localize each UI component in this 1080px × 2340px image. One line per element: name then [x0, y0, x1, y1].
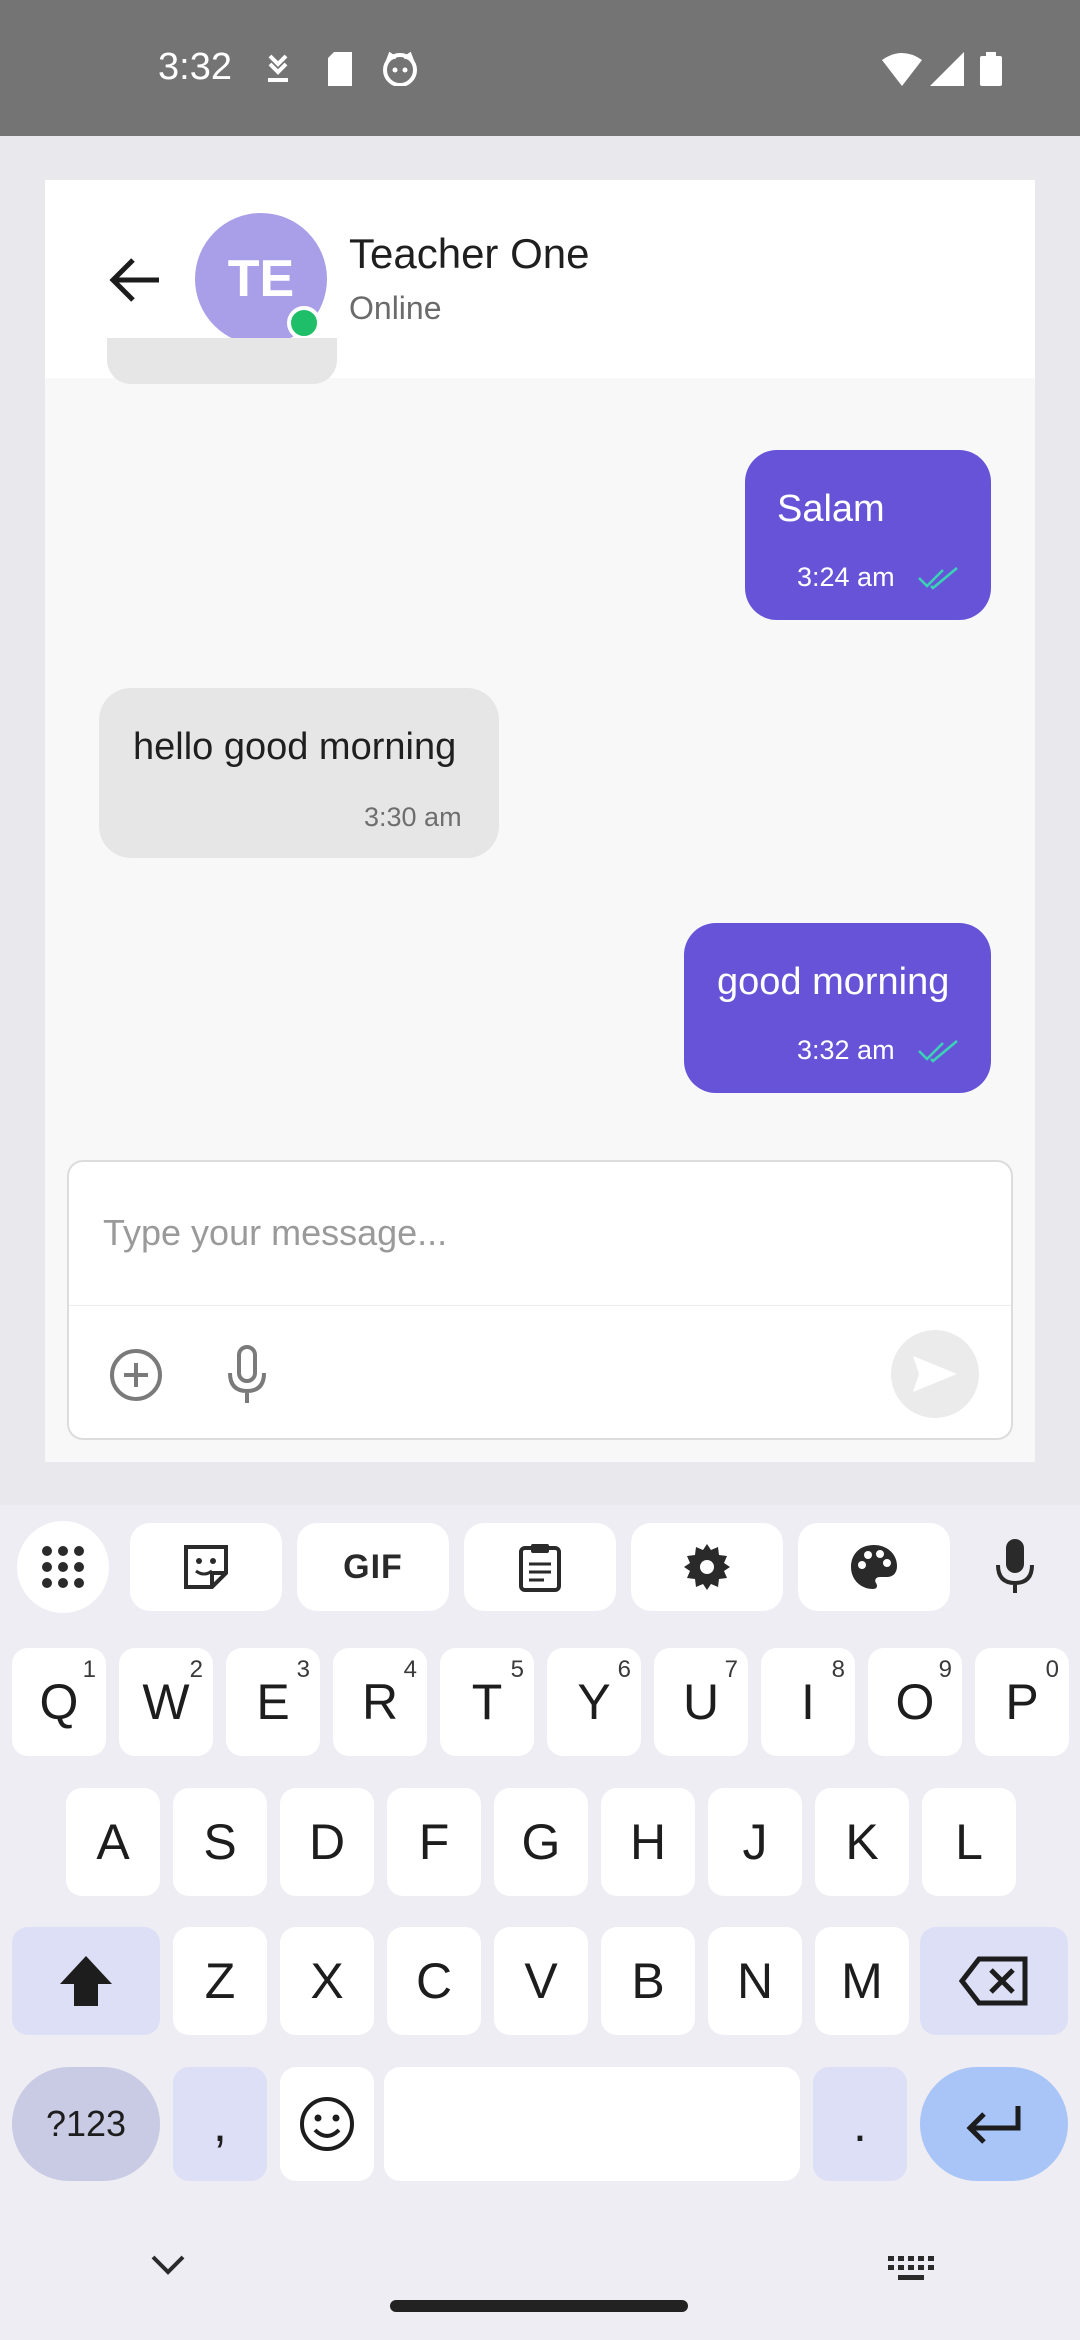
gif-label: GIF — [343, 1547, 403, 1586]
keyboard-settings-button[interactable] — [631, 1523, 783, 1611]
enter-icon — [966, 2106, 1021, 2144]
microphone-icon — [228, 1345, 266, 1403]
status-time: 3:32 — [158, 46, 232, 88]
clipboard-button[interactable] — [464, 1523, 616, 1611]
gif-button[interactable]: GIF — [297, 1523, 449, 1611]
key-l[interactable]: L — [922, 1788, 1016, 1896]
contact-status: Online — [349, 290, 442, 326]
hide-keyboard-chevron-icon[interactable] — [150, 2254, 186, 2276]
voice-mic-icon — [996, 1539, 1034, 1593]
message-bubble-outgoing[interactable]: Salam 3:24 am — [745, 450, 991, 620]
soft-keyboard: GIF Q1 W2 E3 R4 T5 Y6 U7 I8 O9 P0 A S D … — [0, 1505, 1080, 2340]
emoji-icon — [300, 2097, 354, 2151]
double-check-icon — [918, 1040, 958, 1063]
message-text: hello good morning — [133, 726, 457, 768]
message-bubble-incoming[interactable]: hello good morning 3:30 am — [99, 688, 499, 858]
message-bubble-outgoing[interactable]: good morning 3:32 am — [684, 923, 991, 1093]
key-a[interactable]: A — [66, 1788, 160, 1896]
key-d[interactable]: D — [280, 1788, 374, 1896]
key-h[interactable]: H — [601, 1788, 695, 1896]
download-done-icon — [264, 52, 292, 91]
shift-key[interactable] — [12, 1927, 160, 2035]
key-n[interactable]: N — [708, 1927, 802, 2035]
key-q[interactable]: Q1 — [12, 1648, 106, 1756]
key-z[interactable]: Z — [173, 1927, 267, 2035]
key-u[interactable]: U7 — [654, 1648, 748, 1756]
comma-key[interactable]: , — [173, 2067, 267, 2181]
key-r[interactable]: R4 — [333, 1648, 427, 1756]
key-e[interactable]: E3 — [226, 1648, 320, 1756]
key-j[interactable]: J — [708, 1788, 802, 1896]
key-g[interactable]: G — [494, 1788, 588, 1896]
message-input[interactable] — [69, 1162, 1011, 1304]
key-k[interactable]: K — [815, 1788, 909, 1896]
message-bubble-clipped — [107, 338, 337, 384]
voice-input-button[interactable] — [965, 1523, 1065, 1611]
message-time: 3:32 am — [797, 1035, 895, 1065]
clipboard-icon — [519, 1544, 561, 1592]
add-attachment-button[interactable] — [107, 1346, 165, 1404]
home-gesture-bar[interactable] — [390, 2300, 688, 2312]
voice-record-button[interactable] — [219, 1342, 275, 1408]
key-s[interactable]: S — [173, 1788, 267, 1896]
cat-face-icon — [382, 51, 418, 91]
apps-grid-button[interactable] — [17, 1521, 109, 1613]
message-time: 3:24 am — [797, 562, 895, 592]
send-icon — [913, 1356, 957, 1392]
arrow-left-icon — [109, 258, 159, 302]
status-bar: 3:32 — [0, 0, 1080, 136]
avatar-initials: TE — [227, 250, 295, 308]
sticker-button[interactable] — [130, 1523, 282, 1611]
palette-icon — [851, 1545, 897, 1589]
period-key[interactable]: . — [813, 2067, 907, 2181]
contact-name: Teacher One — [349, 230, 590, 277]
send-button[interactable] — [891, 1330, 979, 1418]
key-i[interactable]: I8 — [761, 1648, 855, 1756]
shift-icon — [60, 1956, 112, 2006]
theme-button[interactable] — [798, 1523, 950, 1611]
back-button[interactable] — [100, 245, 170, 315]
keyboard-switch-icon[interactable] — [888, 2256, 936, 2282]
sticker-icon — [184, 1545, 228, 1589]
online-indicator — [287, 306, 321, 340]
battery-icon — [980, 52, 1002, 91]
key-x[interactable]: X — [280, 1927, 374, 2035]
message-text: Salam — [777, 488, 885, 530]
key-t[interactable]: T5 — [440, 1648, 534, 1756]
apps-grid-icon — [42, 1546, 84, 1588]
chat-screen: TE Teacher One Online Salam 3:24 am hell… — [45, 180, 1035, 1462]
message-text: good morning — [717, 961, 950, 1003]
cell-signal-icon — [930, 52, 964, 91]
composer-divider — [69, 1305, 1011, 1306]
key-w[interactable]: W2 — [119, 1648, 213, 1756]
key-v[interactable]: V — [494, 1927, 588, 2035]
symbols-key[interactable]: ?123 — [12, 2067, 160, 2181]
key-p[interactable]: P0 — [975, 1648, 1069, 1756]
emoji-key[interactable] — [280, 2067, 374, 2181]
message-time: 3:30 am — [364, 802, 462, 832]
double-check-icon — [918, 567, 958, 590]
wifi-icon — [882, 52, 922, 91]
key-m[interactable]: M — [815, 1927, 909, 2035]
add-circle-icon — [110, 1349, 162, 1401]
sd-card-icon — [326, 52, 354, 91]
settings-gear-icon — [684, 1544, 730, 1590]
message-composer — [67, 1160, 1013, 1440]
key-f[interactable]: F — [387, 1788, 481, 1896]
backspace-icon — [959, 1956, 1028, 2006]
key-o[interactable]: O9 — [868, 1648, 962, 1756]
key-c[interactable]: C — [387, 1927, 481, 2035]
backspace-key[interactable] — [920, 1927, 1068, 2035]
enter-key[interactable] — [920, 2067, 1068, 2181]
space-key[interactable] — [384, 2067, 800, 2181]
key-b[interactable]: B — [601, 1927, 695, 2035]
key-y[interactable]: Y6 — [547, 1648, 641, 1756]
